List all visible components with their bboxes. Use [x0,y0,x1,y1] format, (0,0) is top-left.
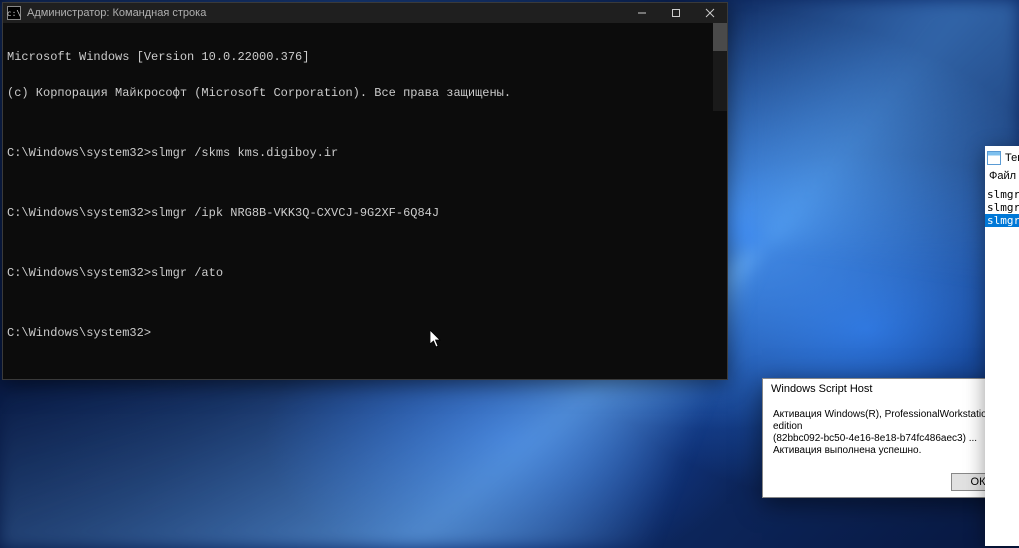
terminal-line: C:\Windows\system32>slmgr /ato [7,267,723,279]
close-button[interactable] [693,3,727,23]
terminal-body[interactable]: Microsoft Windows [Version 10.0.22000.37… [3,23,727,379]
dialog-footer: ОК [763,467,1015,497]
cmd-icon: c:\ [7,6,21,20]
dialog-body: Активация Windows(R), ProfessionalWorkst… [763,399,1015,467]
minimize-button[interactable] [625,3,659,23]
notepad-titlebar[interactable]: Тек [985,146,1019,170]
terminal-line: C:\Windows\system32> [7,327,723,339]
notepad-body[interactable]: slmgr slmgr slmgr [985,188,1019,227]
terminal-title: Администратор: Командная строка [27,7,625,19]
notepad-line: slmgr [985,201,1019,214]
notepad-icon [987,151,1001,165]
terminal-titlebar[interactable]: c:\ Администратор: Командная строка [3,3,727,23]
notepad-menu-file[interactable]: Файл [985,170,1019,188]
notepad-title-text: Тек [1005,152,1019,164]
script-host-dialog: Windows Script Host Активация Windows(R)… [762,378,1016,498]
dialog-line: Активация выполнена успешно. [773,445,1005,457]
terminal-window: c:\ Администратор: Командная строка Micr… [2,2,728,380]
scrollbar-thumb[interactable] [713,23,727,51]
terminal-line: C:\Windows\system32>slmgr /ipk NRG8B-VKK… [7,207,723,219]
notepad-line-selected: slmgr [985,214,1019,227]
dialog-line: Активация Windows(R), ProfessionalWorkst… [773,409,1005,433]
terminal-line: Microsoft Windows [Version 10.0.22000.37… [7,51,723,63]
window-controls [625,3,727,23]
terminal-line: C:\Windows\system32>slmgr /skms kms.digi… [7,147,723,159]
notepad-line: slmgr [985,188,1019,201]
terminal-line: (c) Корпорация Майкрософт (Microsoft Cor… [7,87,723,99]
notepad-window: Тек Файл slmgr slmgr slmgr [985,146,1019,546]
dialog-title-text: Windows Script Host [771,383,991,395]
maximize-button[interactable] [659,3,693,23]
dialog-line: (82bbc092-bc50-4e16-8e18-b74fc486aec3) .… [773,433,1005,445]
dialog-titlebar[interactable]: Windows Script Host [763,379,1015,399]
scrollbar-track[interactable] [713,23,727,111]
